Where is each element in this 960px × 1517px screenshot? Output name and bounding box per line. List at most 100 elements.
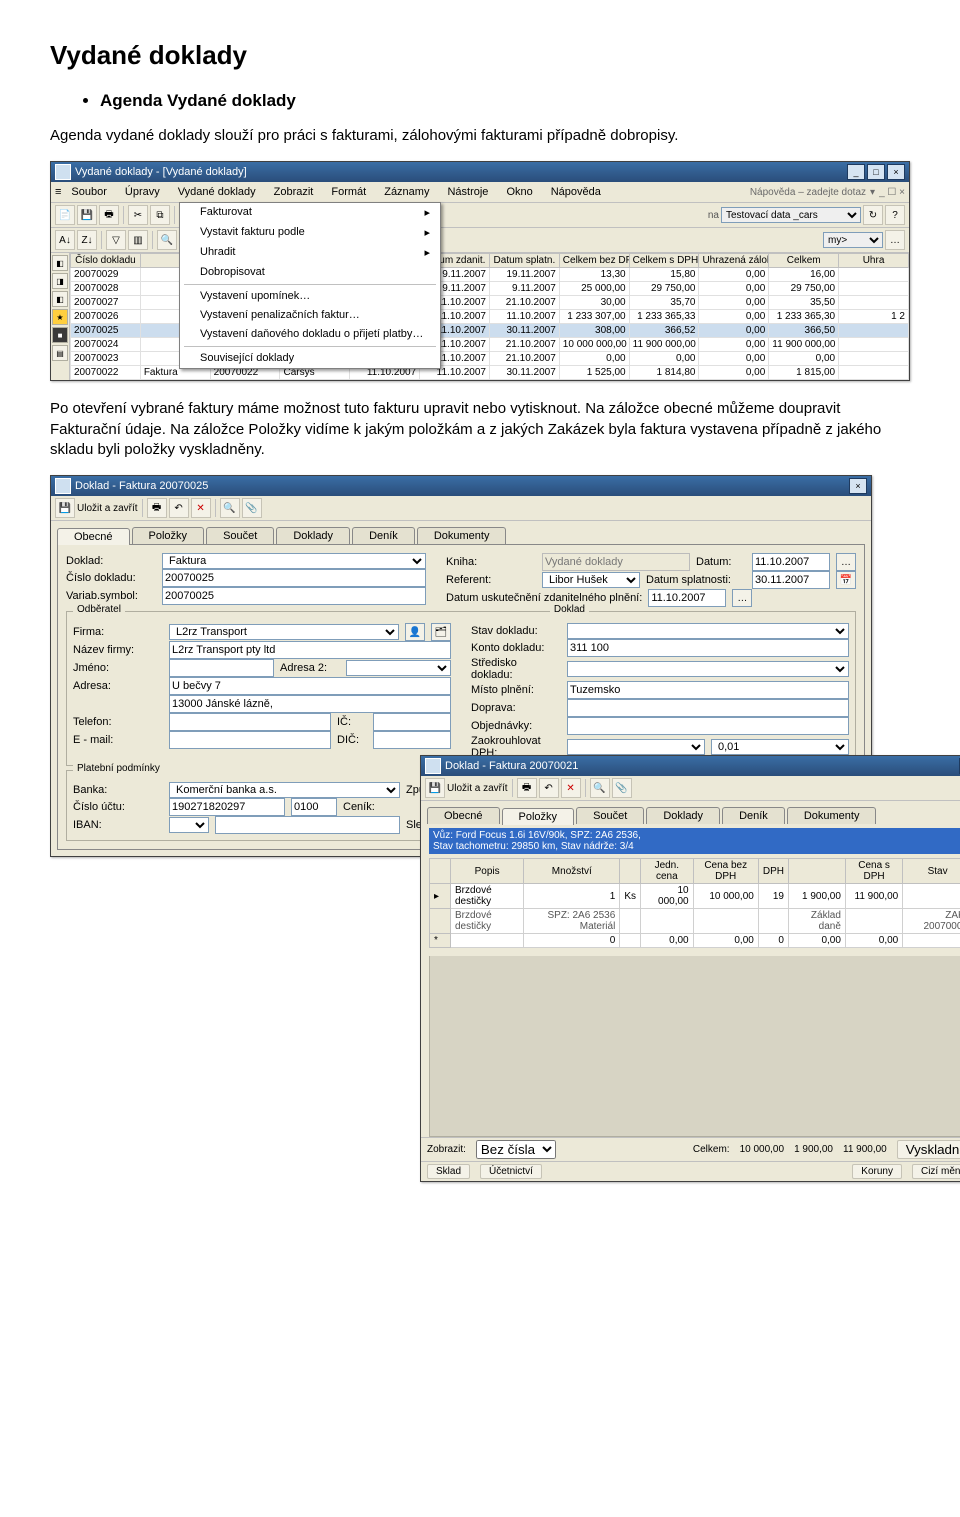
input-doklad[interactable]: Faktura [162,553,426,569]
tab-polozky[interactable]: Položky [132,527,205,544]
date-picker-icon-3[interactable]: … [732,589,752,607]
vydane-doklady-dropdown[interactable]: Fakturovat▸ Vystavit fakturu podle▸ Uhra… [179,202,441,369]
menu-format[interactable]: Formát [323,184,374,200]
tab-doklady[interactable]: Doklady [276,527,350,544]
input-iban[interactable] [169,817,209,833]
child-tab-denik[interactable]: Deník [722,807,785,824]
child-print-icon[interactable]: 🖶 [517,778,537,798]
close-button[interactable]: × [887,164,905,180]
form-print-icon[interactable]: 🖶 [147,498,167,518]
input-referent[interactable]: Libor Hušek [542,572,640,588]
cut-icon[interactable]: ✂ [128,205,148,225]
menu-okno[interactable]: Okno [498,184,540,200]
grid-col[interactable]: Celkem s DPH [629,254,699,268]
input-datum[interactable] [752,553,830,571]
menu-zobrazit[interactable]: Zobrazit [266,184,322,200]
items-col[interactable] [430,859,451,884]
input-objednavky[interactable] [567,717,849,735]
side-icon-5[interactable]: ■ [52,327,68,343]
menu-icon[interactable]: ≡ [55,186,61,198]
menu-napoveda[interactable]: Nápověda [543,184,609,200]
input-email[interactable] [169,731,331,749]
form-undo-icon[interactable]: ↶ [169,498,189,518]
child-save-label[interactable]: Uložit a zavřít [447,783,508,794]
input-ucet-1[interactable] [169,798,285,816]
input-konto[interactable] [567,639,849,657]
new-icon[interactable]: 📄 [55,205,75,225]
items-col[interactable] [788,859,845,884]
input-ucet-2[interactable] [291,798,337,816]
find-icon[interactable]: 🔍 [157,230,177,250]
child-save-icon[interactable]: 💾 [425,778,445,798]
input-firma[interactable]: L2rz Transport [169,624,399,640]
maximize-button[interactable]: □ [867,164,885,180]
items-col[interactable] [620,859,641,884]
items-col[interactable]: Cena bez DPH [693,859,758,884]
save-icon[interactable]: 💾 [77,205,97,225]
subtab-cizi-mena[interactable]: Cizí měna [912,1164,960,1179]
side-icon-3[interactable]: ◧ [52,291,68,307]
filter-icon[interactable]: ▽ [106,230,126,250]
dropdown-penalizace[interactable]: Vystavení penalizačních faktur… [180,306,440,325]
side-icon-6[interactable]: ▤ [52,345,68,361]
form-save-icon[interactable]: 💾 [55,498,75,518]
child-tab-polozky[interactable]: Položky [502,808,575,825]
sort-desc-icon[interactable]: Z↓ [77,230,97,250]
input-varsymb[interactable] [162,587,426,605]
tab-denik[interactable]: Deník [352,527,415,544]
tab-dokumenty[interactable]: Dokumenty [417,527,507,544]
input-zaokr-mode[interactable] [567,739,705,755]
form-search-icon[interactable]: 🔍 [220,498,240,518]
input-adresa-1[interactable] [169,677,451,695]
input-cislo[interactable] [162,569,426,587]
side-icon-4[interactable]: ★ [52,309,68,325]
database-combo[interactable]: Testovací data _cars [721,207,861,223]
input-jmeno[interactable] [169,659,274,677]
filter-form-icon[interactable]: ▥ [128,230,148,250]
refresh-icon[interactable]: ↻ [863,205,883,225]
child-tab-dokumenty[interactable]: Dokumenty [787,807,877,824]
form-save-label[interactable]: Uložit a zavřít [77,503,138,514]
input-doprava[interactable] [567,699,849,717]
items-col[interactable]: DPH [758,859,788,884]
menu-upravy[interactable]: Úpravy [117,184,168,200]
child-search-icon[interactable]: 🔍 [590,778,610,798]
tab-obecne[interactable]: Obecné [57,528,130,545]
child-undo-icon[interactable]: ↶ [539,778,559,798]
date-picker-icon-2[interactable]: 📅 [836,571,856,589]
subtab-ucetnictvi[interactable]: Účetnictví [480,1164,542,1179]
input-telefon[interactable] [169,713,331,731]
items-col[interactable]: Popis [451,859,524,884]
subtab-sklad[interactable]: Sklad [427,1164,470,1179]
child-tab-doklady[interactable]: Doklady [646,807,720,824]
help-search-dropdown-icon[interactable]: ▾ [870,187,875,198]
dropdown-dobropisovat[interactable]: Dobropisovat [180,263,440,282]
menu-nastroje[interactable]: Nástroje [439,184,496,200]
menu-soubor[interactable]: Soubor [63,184,114,200]
grid-col[interactable]: Celkem [769,254,839,268]
grid-col[interactable]: Celkem bez DPH [559,254,629,268]
minimize-button[interactable]: _ [847,164,865,180]
side-icon-2[interactable]: ◨ [52,273,68,289]
menu-zaznamy[interactable]: Záznamy [376,184,437,200]
grid-col[interactable]: Uhra [839,254,909,268]
sort-asc-icon[interactable]: A↓ [55,230,75,250]
side-icon-1[interactable]: ◧ [52,255,68,271]
input-dic[interactable] [373,731,451,749]
subtab-koruny[interactable]: Koruny [852,1164,902,1179]
items-grid[interactable]: PopisMnožstvíJedn. cenaCena bez DPHDPHCe… [429,858,960,948]
input-stredisko[interactable] [567,661,849,677]
grid-col[interactable]: Číslo dokladu [71,254,141,268]
more-icon[interactable]: … [885,230,905,250]
grid-col[interactable]: Uhrazená záloha [699,254,769,268]
input-zaokr-val[interactable]: 0,01 [711,739,849,755]
firma-lookup-icon[interactable]: 👤 [405,623,425,641]
dropdown-vystavit-podle[interactable]: Vystavit fakturu podle▸ [180,223,440,243]
firma-card-icon[interactable]: 🗂 [431,623,451,641]
items-col[interactable]: Cena s DPH [845,859,902,884]
input-datum-spl[interactable] [752,571,830,589]
child-tab-soucet[interactable]: Součet [576,807,644,824]
input-adresa-2[interactable] [169,695,451,713]
view-combo[interactable]: my> [823,232,883,248]
menu-vydane[interactable]: Vydané doklady [170,184,264,200]
